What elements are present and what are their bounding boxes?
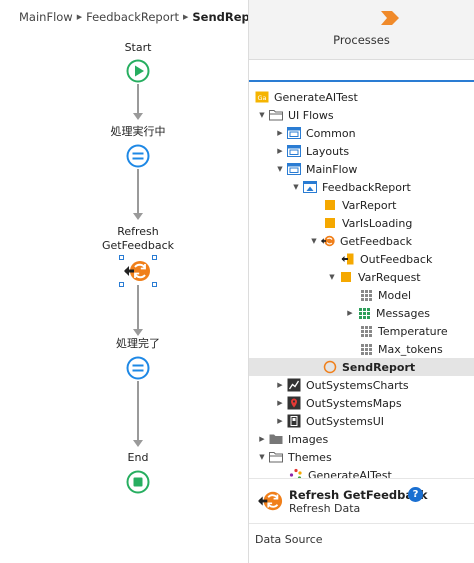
processes-tab-label: Processes: [333, 33, 390, 47]
data-action-icon: [321, 234, 335, 248]
assign-node-label: 処理完了: [116, 337, 160, 350]
attribute-icon: [359, 324, 373, 338]
tree-item-outsystemsui[interactable]: ▶ OutSystemsUI: [249, 412, 474, 430]
variable-icon: [323, 216, 337, 230]
tree-item-sendreport[interactable]: SendReport: [249, 358, 474, 376]
chevron-right-icon[interactable]: ▶: [275, 124, 285, 142]
tree-item-max-tokens[interactable]: Max_tokens: [249, 340, 474, 358]
start-node-label: Start: [124, 41, 152, 54]
data-source-label: Data Source: [255, 533, 323, 546]
module-icon: Ga: [255, 90, 269, 104]
tree-item-varisloading[interactable]: VarIsLoading: [249, 214, 474, 232]
assign-node-label: 処理実行中: [110, 125, 166, 138]
refresh-node-label-line2: GetFeedback: [102, 239, 174, 252]
chevron-down-icon[interactable]: ▼: [257, 106, 267, 124]
flow-canvas[interactable]: MainFlow ▶ FeedbackReport ▶ SendReport S…: [0, 0, 269, 563]
folder-open-icon: [269, 108, 283, 122]
chevron-right-icon[interactable]: ▶: [345, 304, 355, 322]
tree-item-varrequest[interactable]: ▼ VarRequest: [249, 268, 474, 286]
chevron-right-icon[interactable]: ▶: [257, 430, 267, 448]
tree-item-outsystemscharts[interactable]: ▶ OutSystemsCharts: [249, 376, 474, 394]
end-node-label: End: [127, 451, 149, 464]
tree-item-ui-flows[interactable]: ▼ UI Flows: [249, 106, 474, 124]
right-panel: Processes Ga GenerateAITest ▼ UI Flows ▶…: [249, 0, 474, 563]
detail-subtitle: Refresh Data: [289, 502, 361, 515]
processes-icon: [381, 11, 399, 25]
tree-item-layouts[interactable]: ▶ Layouts: [249, 142, 474, 160]
flow-arrow-icon: [133, 329, 143, 336]
breadcrumb-mainflow[interactable]: MainFlow: [19, 10, 73, 24]
section-divider: [249, 523, 474, 524]
chevron-down-icon[interactable]: ▼: [309, 232, 319, 250]
refresh-data-icon: [258, 491, 283, 511]
maps-module-icon: [287, 396, 301, 410]
breadcrumb: MainFlow ▶ FeedbackReport ▶ SendReport: [19, 10, 269, 24]
tree-item-outfeedback[interactable]: OutFeedback: [249, 250, 474, 268]
attribute-icon: [359, 288, 373, 302]
flow-arrow-icon: [133, 440, 143, 447]
flow-arrow-icon: [133, 213, 143, 220]
end-node-icon[interactable]: [126, 470, 150, 494]
tree-item-varreport[interactable]: VarReport: [249, 196, 474, 214]
chevron-right-icon[interactable]: ▶: [275, 394, 285, 412]
chevron-right-icon[interactable]: ▶: [275, 142, 285, 160]
tree-item-common[interactable]: ▶ Common: [249, 124, 474, 142]
flow-connector: [137, 285, 139, 330]
flow-arrow-icon: [133, 113, 143, 120]
tree-item-images[interactable]: ▶ Images: [249, 430, 474, 448]
flow-connector: [137, 169, 139, 214]
tree-item-model[interactable]: Model: [249, 286, 474, 304]
processes-tab[interactable]: Processes: [249, 0, 474, 60]
breadcrumb-separator-icon: ▶: [76, 13, 83, 21]
chevron-right-icon[interactable]: ▶: [275, 412, 285, 430]
assign-node-icon[interactable]: [126, 356, 150, 380]
chevron-down-icon[interactable]: ▼: [275, 160, 285, 178]
charts-module-icon: [287, 378, 301, 392]
refresh-node-label-line1: Refresh: [117, 225, 159, 238]
folder-icon: [269, 432, 283, 446]
chevron-down-icon[interactable]: ▼: [327, 268, 337, 286]
tree-item-getfeedback[interactable]: ▼ GetFeedback: [249, 232, 474, 250]
svg-text:Ga: Ga: [257, 94, 266, 102]
screen-icon: [303, 180, 317, 194]
variable-icon: [323, 198, 337, 212]
flow-connector: [137, 381, 139, 441]
ui-module-icon: [287, 414, 301, 428]
list-attribute-icon: [357, 306, 371, 320]
element-detail: Refresh GetFeedback ? Refresh Data: [249, 478, 474, 523]
start-node-icon[interactable]: [126, 59, 150, 83]
tree-item-module[interactable]: Ga GenerateAITest: [249, 88, 474, 106]
refresh-data-icon[interactable]: [123, 258, 153, 284]
help-icon[interactable]: ?: [408, 487, 423, 502]
tree-item-temperature[interactable]: Temperature: [249, 322, 474, 340]
ui-flow-icon: [287, 144, 301, 158]
breadcrumb-feedbackreport[interactable]: FeedbackReport: [86, 10, 179, 24]
flow-connector: [137, 84, 139, 114]
tree-item-themes[interactable]: ▼ Themes: [249, 448, 474, 466]
attribute-icon: [359, 342, 373, 356]
chevron-down-icon[interactable]: ▼: [291, 178, 301, 196]
variable-icon: [339, 270, 353, 284]
active-tab-indicator: [249, 80, 474, 82]
tree-item-mainflow[interactable]: ▼ MainFlow: [249, 160, 474, 178]
tree-item-messages[interactable]: ▶ Messages: [249, 304, 474, 322]
ui-flow-icon: [287, 126, 301, 140]
tree-item-outsystemsmaps[interactable]: ▶ OutSystemsMaps: [249, 394, 474, 412]
tree-item-feedbackreport[interactable]: ▼ FeedbackReport: [249, 178, 474, 196]
ui-flow-icon: [287, 162, 301, 176]
assign-node-icon[interactable]: [126, 144, 150, 168]
chevron-down-icon[interactable]: ▼: [257, 448, 267, 466]
breadcrumb-separator-icon: ▶: [183, 13, 189, 21]
output-parameter-icon: [341, 252, 355, 266]
chevron-right-icon[interactable]: ▶: [275, 376, 285, 394]
folder-open-icon: [269, 450, 283, 464]
client-action-icon: [323, 360, 337, 374]
detail-title: Refresh GetFeedback: [289, 488, 428, 502]
